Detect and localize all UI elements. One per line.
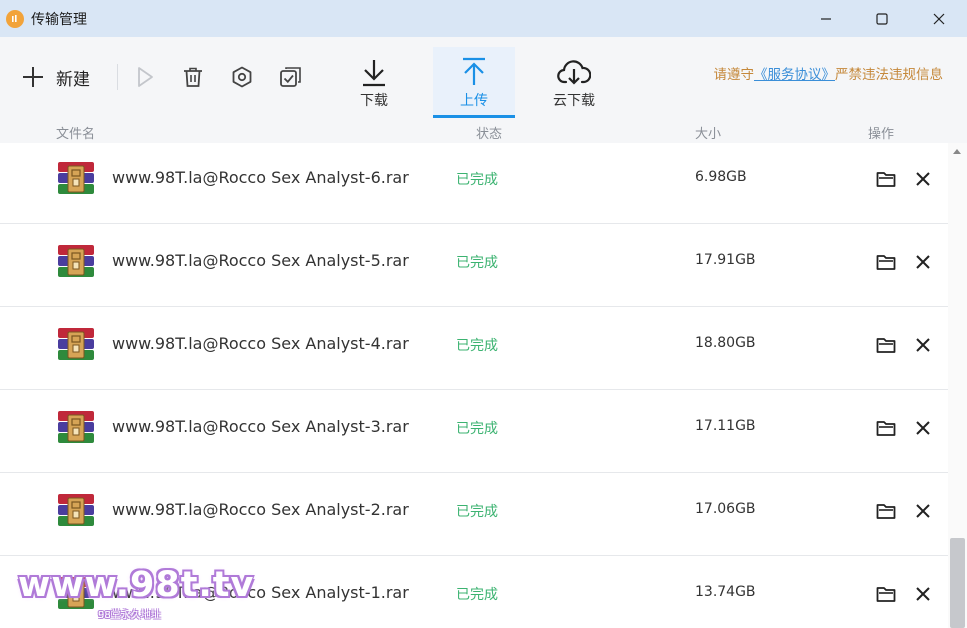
close-icon [916,504,930,518]
close-icon [933,13,945,24]
window-title: 传输管理 [31,11,87,28]
open-folder-button[interactable] [875,583,897,605]
folder-icon [876,504,896,519]
notice-suffix: 严禁违法违规信息 [835,67,943,83]
rar-archive-icon [55,492,97,528]
toolbar: 新建 下载 上传 云下载 请遵守《服务协议》严禁违法违规信息 [0,37,967,118]
column-header-name: 文件名 [56,127,96,142]
remove-task-button[interactable] [912,168,934,190]
file-row[interactable]: www.98T.la@Rocco Sex Analyst-5.rar 已完成 1… [0,224,948,307]
rar-archive-icon [55,326,97,362]
file-size: 17.91GB [695,252,756,268]
file-size: 18.80GB [695,335,756,351]
close-icon [916,338,930,352]
toolbar-divider [117,64,118,90]
file-size: 17.06GB [695,501,756,517]
file-status: 已完成 [456,338,498,354]
remove-task-button[interactable] [912,251,934,273]
close-icon [916,421,930,435]
column-header-status: 状态 [476,127,503,142]
file-list: www.98T.la@Rocco Sex Analyst-6.rar 已完成 6… [0,143,948,628]
open-folder-button[interactable] [875,334,897,356]
trash-icon [184,67,202,87]
folder-icon [876,255,896,270]
check-all-icon [280,67,301,87]
watermark-text: www.98t.tv [18,565,255,605]
tab-upload[interactable]: 上传 [433,47,515,118]
remove-task-button[interactable] [912,500,934,522]
settings-icon [232,66,252,88]
remove-task-button[interactable] [912,334,934,356]
open-folder-button[interactable] [875,168,897,190]
tab-download[interactable]: 下载 [333,47,415,118]
open-folder-button[interactable] [875,251,897,273]
start-button[interactable] [134,65,156,89]
title-bar: 传输管理 [0,0,967,37]
close-icon [916,587,930,601]
rar-archive-icon [55,243,97,279]
watermark-subtext: 98堂永久地址 [98,610,161,621]
upload-arrow-icon [463,57,485,85]
file-size: 17.11GB [695,418,756,434]
close-window-button[interactable] [910,0,967,37]
column-header-size: 大小 [695,127,722,142]
cloud-download-icon [557,60,591,85]
tab-cloud-download[interactable]: 云下载 [533,47,615,118]
close-icon [916,172,930,186]
tab-download-label: 下载 [360,93,388,109]
remove-task-button[interactable] [912,417,934,439]
tab-cloud-download-label: 云下载 [553,93,595,109]
folder-icon [876,587,896,602]
open-folder-button[interactable] [875,500,897,522]
settings-button[interactable] [230,65,254,89]
file-row[interactable]: www.98T.la@Rocco Sex Analyst-3.rar 已完成 1… [0,390,948,473]
plus-icon [23,67,43,87]
service-agreement-link[interactable]: 《服务协议》 [754,67,835,83]
folder-icon [876,421,896,436]
file-status: 已完成 [456,255,498,271]
scroll-up-arrow-icon[interactable] [953,149,961,154]
scrollbar[interactable] [948,143,967,628]
app-logo-icon [6,9,24,28]
notice-prefix: 请遵守 [713,67,755,83]
file-name: www.98T.la@Rocco Sex Analyst-3.rar [112,417,409,436]
play-icon [138,67,153,87]
scrollbar-thumb[interactable] [950,538,965,628]
file-row[interactable]: www.98T.la@Rocco Sex Analyst-4.rar 已完成 1… [0,307,948,390]
file-status: 已完成 [456,421,498,437]
tab-upload-label: 上传 [460,93,488,109]
select-all-button[interactable] [279,65,303,89]
transfer-manager-window: 传输管理 新建 下载 上传 云下载 请遵守《服务协议》严禁违法违规信息 文件名 … [0,0,967,628]
file-name: www.98T.la@Rocco Sex Analyst-2.rar [112,500,409,519]
file-name: www.98T.la@Rocco Sex Analyst-5.rar [112,251,409,270]
rar-archive-icon [55,409,97,445]
column-header-row: 文件名 状态 大小 操作 [0,118,967,143]
folder-icon [876,172,896,187]
file-name: www.98T.la@Rocco Sex Analyst-4.rar [112,334,409,353]
file-size: 13.74GB [695,584,756,600]
file-size: 6.98GB [695,169,747,185]
service-notice: 请遵守《服务协议》严禁违法违规信息 [714,63,944,83]
watermark: www.98t.tv 98堂永久地址 [18,565,253,625]
remove-task-button[interactable] [912,583,934,605]
file-status: 已完成 [456,504,498,520]
maximize-icon [876,12,888,25]
minimize-icon [821,17,831,20]
rar-archive-icon [55,160,97,196]
file-row[interactable]: www.98T.la@Rocco Sex Analyst-2.rar 已完成 1… [0,473,948,556]
download-arrow-icon [363,60,385,87]
file-status: 已完成 [456,587,498,603]
new-button[interactable]: 新建 [22,59,90,95]
file-row[interactable]: www.98T.la@Rocco Sex Analyst-6.rar 已完成 6… [0,143,948,224]
new-button-label: 新建 [56,69,90,90]
folder-icon [876,338,896,353]
maximize-button[interactable] [853,0,911,37]
file-status: 已完成 [456,172,498,188]
file-name: www.98T.la@Rocco Sex Analyst-6.rar [112,168,409,187]
open-folder-button[interactable] [875,417,897,439]
column-header-actions: 操作 [868,127,895,142]
delete-button[interactable] [181,65,205,89]
minimize-button[interactable] [797,0,855,37]
close-icon [916,255,930,269]
